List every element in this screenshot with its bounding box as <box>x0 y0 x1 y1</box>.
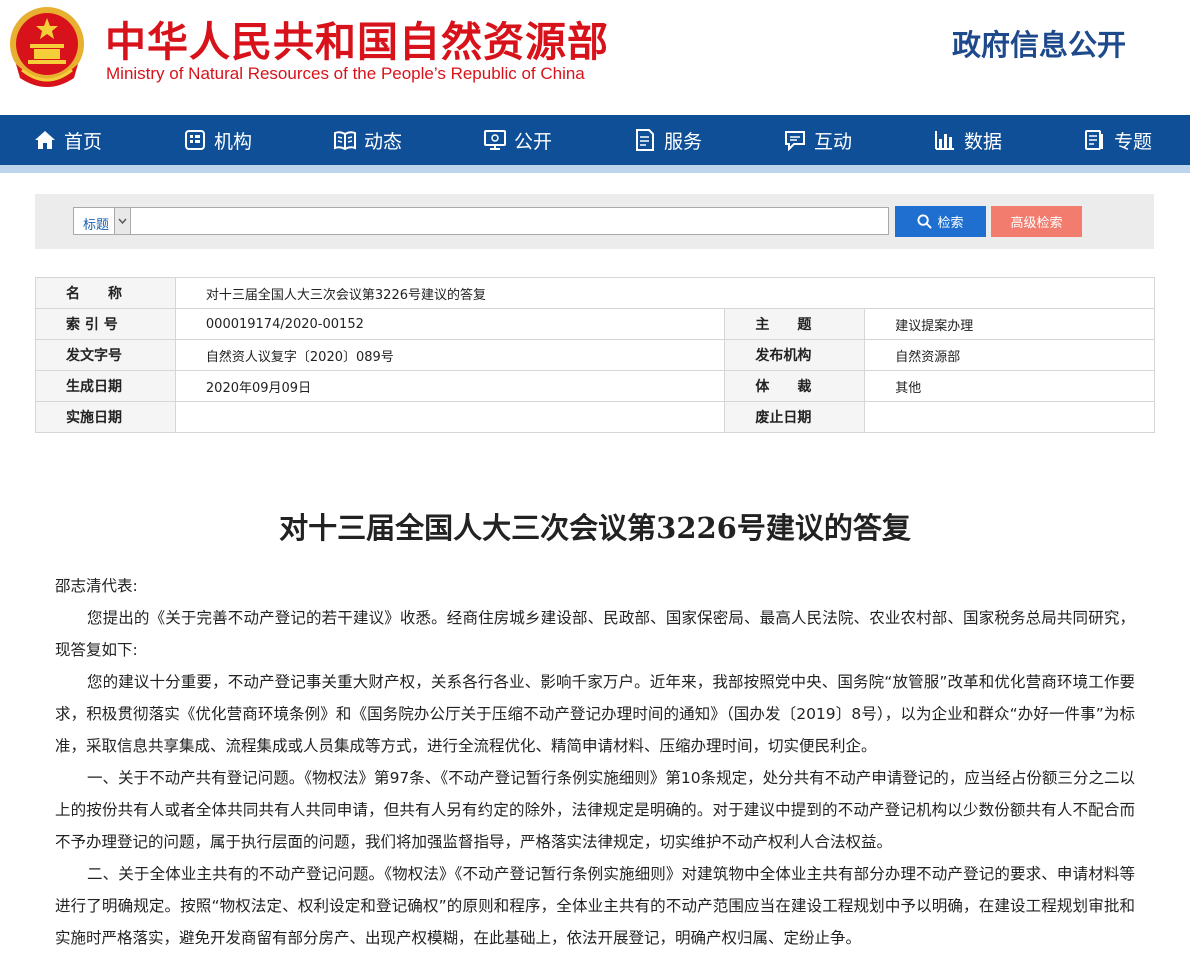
article-paragraph: 一、关于不动产共有登记问题。《物权法》第97条、《不动产登记暂行条例实施细则》第… <box>55 769 1135 851</box>
genre-value: 其他 <box>864 370 1155 402</box>
name-value: 对十三届全国人大三次会议第3226号建议的答复 <box>174 277 1156 309</box>
advanced-search-label: 高级检索 <box>1010 215 1063 230</box>
name-label: 名 称 <box>35 277 176 309</box>
monitor-icon <box>484 130 506 150</box>
nav-divider <box>0 165 1190 173</box>
national-emblem-icon <box>10 7 84 87</box>
index-label: 索 引 号 <box>35 308 176 340</box>
doc-no-value: 自然资人议复字〔2020〕089号 <box>174 339 726 371</box>
organization-icon <box>185 130 205 150</box>
implementation-date-label: 实施日期 <box>35 401 176 433</box>
service-doc-icon <box>636 129 654 151</box>
nav-label: 互动 <box>814 130 853 153</box>
site-name-en: Ministry of Natural Resources of the Peo… <box>106 64 585 83</box>
table-row: 名 称 对十三届全国人大三次会议第3226号建议的答复 <box>35 277 1156 309</box>
section-title[interactable]: 政府信息公开 <box>952 22 1126 64</box>
nav-label: 机构 <box>214 130 253 153</box>
nav-item-organization[interactable]: 机构 <box>184 115 252 165</box>
genre-label: 体 裁 <box>724 370 866 402</box>
abolish-date-label: 废止日期 <box>724 401 866 433</box>
nav-label: 专题 <box>1114 130 1153 153</box>
article-paragraph: 您的建议十分重要，不动产登记事关重大财产权，关系各行各业、影响千家万户。近年来，… <box>55 673 1135 755</box>
issuer-label: 发布机构 <box>724 339 866 371</box>
date-value: 2020年09月09日 <box>174 370 726 402</box>
article-title: 对十三届全国人大三次会议第3226号建议的答复 <box>279 511 911 545</box>
nav-item-topics[interactable]: 专题 <box>1084 115 1152 165</box>
topic-label: 主 题 <box>724 308 866 340</box>
nav-label: 动态 <box>364 130 403 153</box>
article-paragraph: 您提出的《关于完善不动产登记的若干建议》收悉。经商住房城乡建设部、民政部、国家保… <box>55 609 1135 659</box>
book-icon <box>334 131 356 151</box>
search-field-select[interactable]: 标题 <box>73 207 131 235</box>
table-row: 生成日期 2020年09月09日 体 裁 其他 <box>35 370 1155 402</box>
date-label: 生成日期 <box>35 370 176 402</box>
document-metadata-table: 名 称 对十三届全国人大三次会议第3226号建议的答复 索 引 号 000019… <box>35 277 1156 433</box>
doc-no-label: 发文字号 <box>35 339 176 371</box>
nav-item-news[interactable]: 动态 <box>334 115 402 165</box>
abolish-date-value <box>864 401 1155 433</box>
index-value: 000019174/2020-00152 <box>174 308 726 340</box>
nav-item-home[interactable]: 首页 <box>34 115 102 165</box>
implementation-date-value <box>174 401 726 433</box>
article-body: 邵志清代表: 您提出的《关于完善不动产登记的若干建议》收悉。经商住房城乡建设部、… <box>55 570 1135 954</box>
nav-item-data[interactable]: 数据 <box>934 115 1002 165</box>
nav-item-disclosure[interactable]: 公开 <box>484 115 552 165</box>
home-icon <box>35 131 55 149</box>
topic-icon <box>1085 130 1103 150</box>
advanced-search-button[interactable]: 高级检索 <box>991 206 1082 237</box>
chat-icon <box>785 131 805 151</box>
site-header: 中华人民共和国自然资源部 Ministry of Natural Resourc… <box>0 0 1190 115</box>
article-paragraph: 二、关于全体业主共有的不动产登记问题。《物权法》《不动产登记暂行条例实施细则》对… <box>55 865 1135 947</box>
nav-label: 服务 <box>664 130 703 153</box>
table-row: 发文字号 自然资人议复字〔2020〕089号 发布机构 自然资源部 <box>35 339 1155 371</box>
nav-item-service[interactable]: 服务 <box>634 115 702 165</box>
search-field-label: 标题 <box>83 218 110 233</box>
article-salutation: 邵志清代表: <box>55 577 138 595</box>
nav-label: 公开 <box>514 130 553 153</box>
site-name-cn: 中华人民共和国自然资源部 <box>105 18 609 66</box>
table-row: 索 引 号 000019174/2020-00152 主 题 建议提案办理 <box>35 308 1155 340</box>
search-input[interactable] <box>131 207 889 235</box>
nav-item-interaction[interactable]: 互动 <box>784 115 852 165</box>
nav-label: 数据 <box>964 130 1003 153</box>
issuer-value: 自然资源部 <box>864 339 1155 371</box>
search-button[interactable]: 检索 <box>895 206 986 237</box>
topic-value: 建议提案办理 <box>864 308 1155 340</box>
search-icon <box>917 214 933 229</box>
main-nav: 首页 机构 动态 公开 服务 互动 数据 专题 <box>0 115 1190 165</box>
nav-label: 首页 <box>64 130 103 153</box>
search-button-label: 检索 <box>937 215 964 230</box>
chevron-down-icon[interactable] <box>114 208 130 234</box>
table-row: 实施日期 废止日期 <box>35 401 1155 433</box>
bar-chart-icon <box>935 131 954 150</box>
